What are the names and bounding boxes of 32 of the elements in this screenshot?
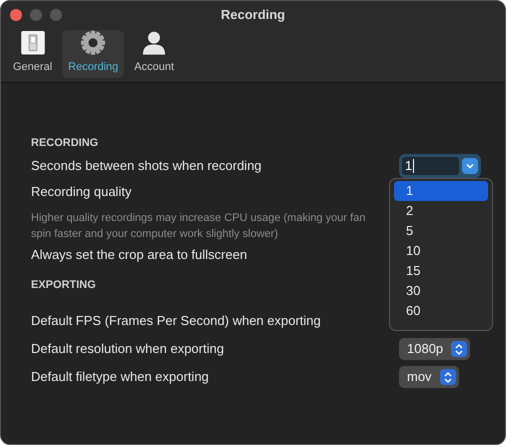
setting-label: Recording quality xyxy=(31,183,132,202)
up-down-chevron-icon xyxy=(451,341,468,357)
toolbar-tab[interactable]: General xyxy=(7,30,58,78)
setting-label: Seconds between shots when recording xyxy=(31,157,263,176)
section-heading: RECORDING xyxy=(31,136,98,151)
menu-item[interactable]: 5 xyxy=(394,221,488,241)
setting-label: Always set the crop area to fullscreen xyxy=(31,246,248,264)
minimize-button[interactable] xyxy=(30,9,42,21)
menu-item[interactable]: 2 xyxy=(394,201,488,221)
menu-item[interactable]: 15 xyxy=(394,261,488,281)
menu-item[interactable]: 1 xyxy=(394,181,488,201)
close-button[interactable] xyxy=(10,9,22,21)
menu-item[interactable]: 60 xyxy=(394,301,488,321)
menu-item[interactable]: 10 xyxy=(394,241,488,261)
zoom-button[interactable] xyxy=(50,9,62,21)
chevron-down-icon xyxy=(462,158,478,174)
setting-label: Default filetype when exporting xyxy=(31,368,210,386)
window-title: Recording xyxy=(220,6,286,24)
hint-text: Higher quality recordings may increase CPU usage (making your fan xyxy=(31,211,366,226)
popup-button[interactable]: 1080p xyxy=(399,338,470,360)
popup-button[interactable]: mov xyxy=(399,366,459,388)
setting-label: Default FPS (Frames Per Second) when exporting xyxy=(31,312,322,330)
field-value: 1 xyxy=(405,159,414,173)
toolbar-tab[interactable]: Recording xyxy=(62,30,124,78)
hint-text: spin faster and your computer work slightly slower) xyxy=(31,227,278,242)
setting-label: Default resolution when exporting xyxy=(31,340,225,358)
section-heading: EXPORTING xyxy=(31,278,96,293)
toolbar-tab[interactable]: Account xyxy=(128,30,180,78)
menu-item[interactable]: 30 xyxy=(394,281,488,301)
number-combo-box[interactable]: 1 xyxy=(399,154,481,178)
up-down-chevron-icon xyxy=(440,369,456,385)
switch-icon xyxy=(20,30,46,56)
